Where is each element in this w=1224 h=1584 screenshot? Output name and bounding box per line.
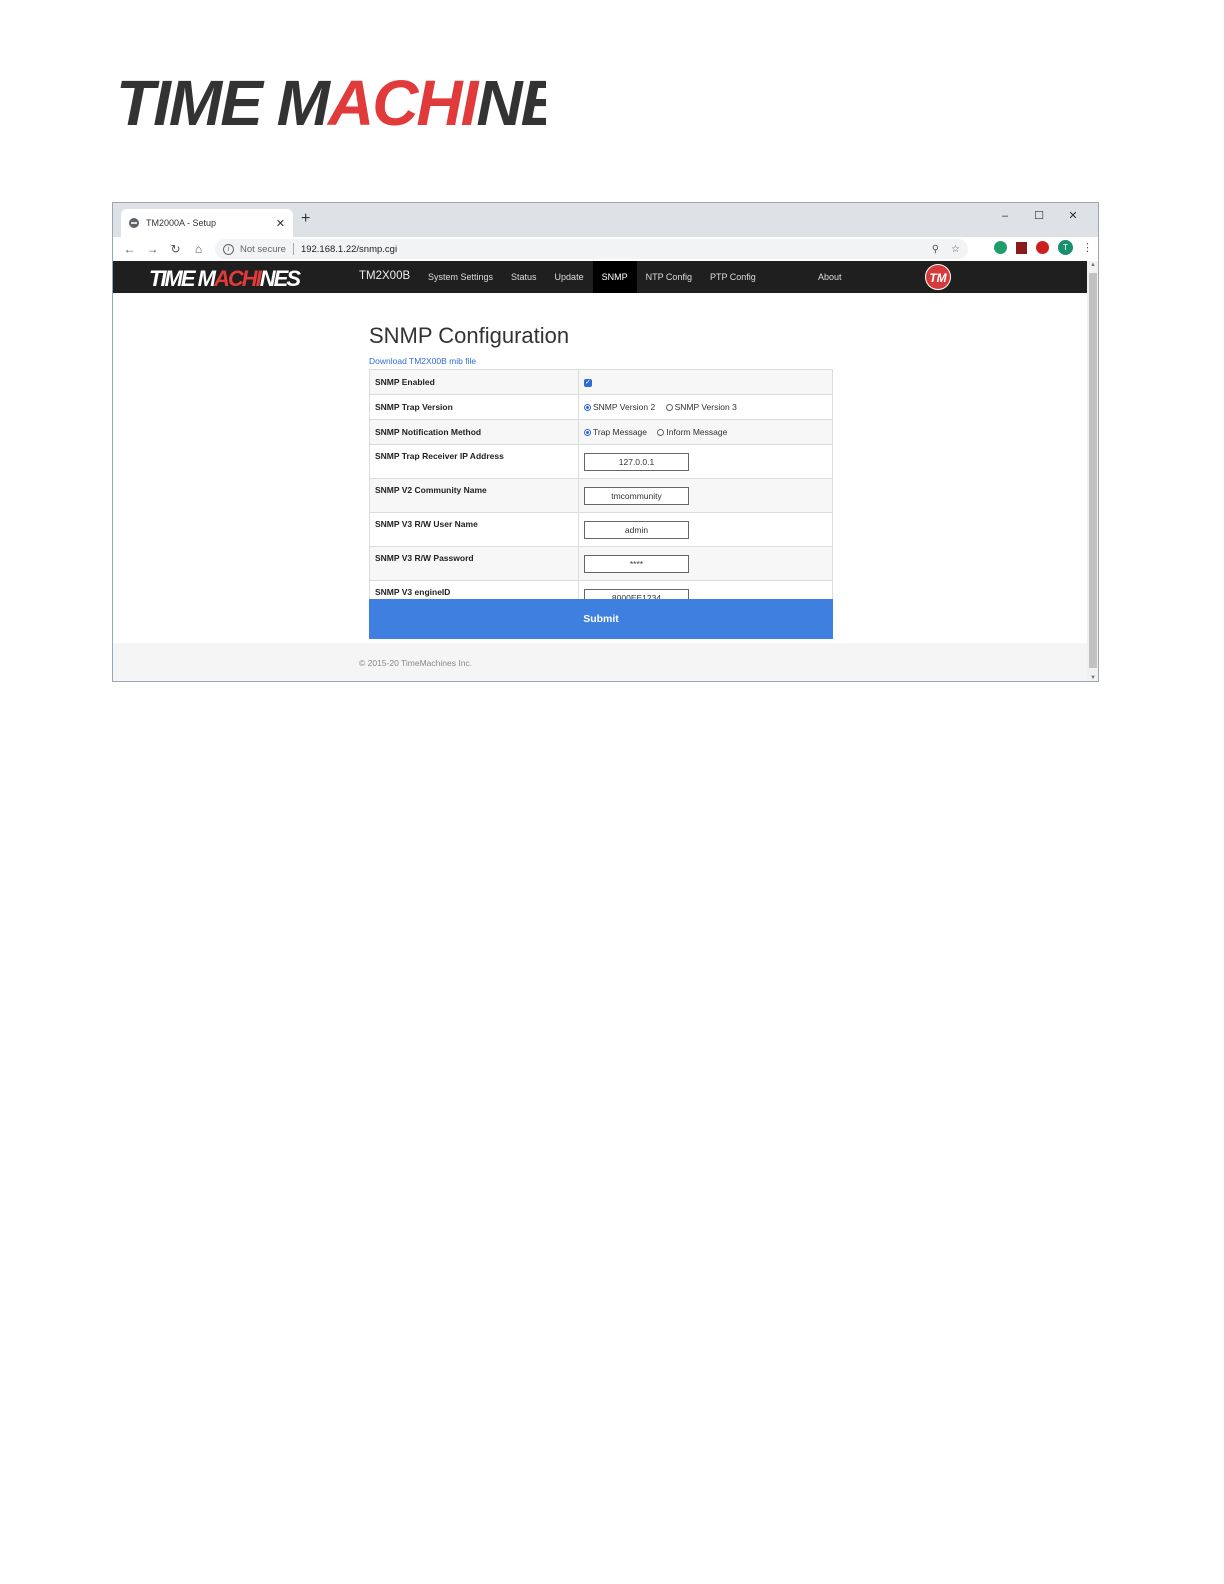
table-row: SNMP Enabled ✓ bbox=[369, 369, 833, 395]
table-row: SNMP V3 R/W User Name admin bbox=[369, 512, 833, 547]
page-content: SNMP Configuration Download TM2X00B mib … bbox=[113, 293, 1087, 643]
tab-title: TM2000A - Setup bbox=[146, 218, 217, 228]
app-navbar: TIME MACHINES TM2X00B System Settings St… bbox=[113, 261, 1087, 293]
trap-version-label: SNMP Trap Version bbox=[369, 394, 579, 420]
pdf-extension-icon[interactable] bbox=[1016, 241, 1027, 254]
v3-password-input[interactable]: **** bbox=[584, 554, 689, 573]
community-name-label: SNMP V2 Community Name bbox=[369, 478, 579, 513]
omnibox-actions: ⚲ ☆ bbox=[932, 244, 960, 255]
browser-window: TM2000A - Setup ✕ + – ☐ ✕ ← → ↻ ⌂ i Not … bbox=[112, 202, 1099, 682]
inform-message-radio[interactable] bbox=[657, 428, 665, 436]
nav-ntp-config[interactable]: NTP Config bbox=[637, 261, 701, 293]
receiver-ip-label: SNMP Trap Receiver IP Address bbox=[369, 444, 579, 479]
nav-snmp[interactable]: SNMP bbox=[592, 261, 637, 293]
download-mib-link[interactable]: Download TM2X00B mib file bbox=[369, 356, 476, 366]
window-controls: – ☐ ✕ bbox=[988, 207, 1090, 225]
nav-status[interactable]: Status bbox=[502, 261, 546, 293]
info-icon[interactable]: i bbox=[223, 243, 234, 255]
tab-close-icon[interactable]: ✕ bbox=[276, 217, 285, 230]
device-model[interactable]: TM2X00B bbox=[359, 270, 410, 282]
submit-button[interactable]: Submit bbox=[369, 599, 833, 639]
brand-text-white-1: TIME M bbox=[149, 266, 217, 289]
address-bar[interactable]: i Not secure 192.168.1.22/snmp.cgi ⚲ ☆ bbox=[215, 239, 968, 259]
forward-icon[interactable]: → bbox=[141, 242, 164, 256]
url-text[interactable]: 192.168.1.22/snmp.cgi bbox=[301, 244, 397, 255]
table-row: SNMP Trap Receiver IP Address 127.0.0.1 bbox=[369, 444, 833, 479]
table-row: SNMP Notification Method Trap Message In… bbox=[369, 419, 833, 445]
v3-password-label: SNMP V3 R/W Password bbox=[369, 546, 579, 581]
zoom-icon[interactable]: ⚲ bbox=[932, 244, 939, 255]
trap-version-3-radio[interactable] bbox=[665, 403, 673, 411]
nav-about[interactable]: About bbox=[818, 261, 842, 293]
close-window-button[interactable]: ✕ bbox=[1056, 207, 1090, 225]
new-tab-button[interactable]: + bbox=[301, 210, 310, 228]
scrollbar-thumb[interactable] bbox=[1089, 273, 1097, 668]
snmp-enabled-label: SNMP Enabled bbox=[369, 369, 579, 395]
logo-text-dark-1: TIME M bbox=[116, 70, 332, 130]
scroll-down-icon[interactable]: ▼ bbox=[1087, 675, 1098, 681]
profile-avatar[interactable]: T bbox=[1058, 240, 1073, 255]
tab-strip: TM2000A - Setup ✕ + – ☐ ✕ bbox=[113, 203, 1098, 237]
snmp-config-table: SNMP Enabled ✓ SNMP Trap Version SNMP Ve… bbox=[369, 369, 833, 615]
home-icon[interactable]: ⌂ bbox=[187, 242, 210, 256]
inform-message-label: Inform Message bbox=[666, 427, 728, 438]
nav-update[interactable]: Update bbox=[546, 261, 593, 293]
logo-text-dark-2: NES bbox=[476, 70, 546, 130]
reload-icon[interactable]: ↻ bbox=[164, 242, 187, 256]
nav-ptp-config[interactable]: PTP Config bbox=[701, 261, 765, 293]
globe-icon bbox=[129, 218, 139, 228]
table-row: SNMP V3 R/W Password **** bbox=[369, 546, 833, 581]
nav-system-settings[interactable]: System Settings bbox=[419, 261, 502, 293]
time-machines-logo: TIME MACHINES bbox=[116, 70, 546, 130]
navbar-brand-logo[interactable]: TIME MACHINES bbox=[147, 265, 307, 294]
page-footer: © 2015-20 TimeMachines Inc. bbox=[113, 643, 1087, 681]
v3-user-label: SNMP V3 R/W User Name bbox=[369, 512, 579, 547]
community-name-input[interactable]: tmcommunity bbox=[584, 486, 689, 505]
svg-text:TIME MACHINES: TIME MACHINES bbox=[116, 70, 546, 130]
opera-extension-icon[interactable] bbox=[1036, 241, 1049, 254]
scrollbar[interactable]: ▲ ▼ bbox=[1087, 261, 1098, 681]
snmp-enabled-checkbox[interactable]: ✓ bbox=[584, 378, 592, 387]
extension-icon[interactable] bbox=[994, 241, 1007, 254]
notification-method-label: SNMP Notification Method bbox=[369, 419, 579, 445]
security-status: Not secure bbox=[240, 243, 286, 255]
logo-text-red: ACHI bbox=[326, 70, 480, 130]
extensions-area: T ⋮ bbox=[994, 240, 1093, 255]
trap-version-2-label: SNMP Version 2 bbox=[593, 402, 656, 413]
maximize-button[interactable]: ☐ bbox=[1022, 207, 1056, 225]
trap-version-3-label: SNMP Version 3 bbox=[674, 402, 737, 413]
page-title: SNMP Configuration bbox=[369, 323, 570, 348]
v3-user-input[interactable]: admin bbox=[584, 520, 689, 539]
browser-toolbar: ← → ↻ ⌂ i Not secure 192.168.1.22/snmp.c… bbox=[113, 237, 1098, 262]
main-nav: System Settings Status Update SNMP NTP C… bbox=[419, 261, 765, 293]
table-row: SNMP V2 Community Name tmcommunity bbox=[369, 478, 833, 513]
trap-version-2-radio[interactable] bbox=[584, 403, 591, 411]
minimize-button[interactable]: – bbox=[988, 207, 1022, 225]
browser-menu-icon[interactable]: ⋮ bbox=[1082, 241, 1093, 254]
copyright-text: © 2015-20 TimeMachines Inc. bbox=[359, 658, 473, 668]
brand-text-red: ACHI bbox=[213, 266, 263, 289]
back-icon[interactable]: ← bbox=[118, 242, 141, 256]
trap-message-label: Trap Message bbox=[593, 427, 648, 438]
trap-message-radio[interactable] bbox=[584, 428, 591, 436]
brand-text-white-2: NES bbox=[260, 266, 302, 289]
omnibox-separator bbox=[292, 243, 294, 255]
table-row: SNMP Trap Version SNMP Version 2 SNMP Ve… bbox=[369, 394, 833, 420]
svg-text:TIME MACHINES: TIME MACHINES bbox=[149, 266, 301, 289]
tm-badge-icon: TM bbox=[925, 264, 951, 290]
receiver-ip-input[interactable]: 127.0.0.1 bbox=[584, 452, 689, 471]
browser-tab[interactable]: TM2000A - Setup ✕ bbox=[121, 209, 293, 237]
scroll-up-icon[interactable]: ▲ bbox=[1087, 262, 1098, 268]
bookmark-star-icon[interactable]: ☆ bbox=[951, 244, 960, 255]
